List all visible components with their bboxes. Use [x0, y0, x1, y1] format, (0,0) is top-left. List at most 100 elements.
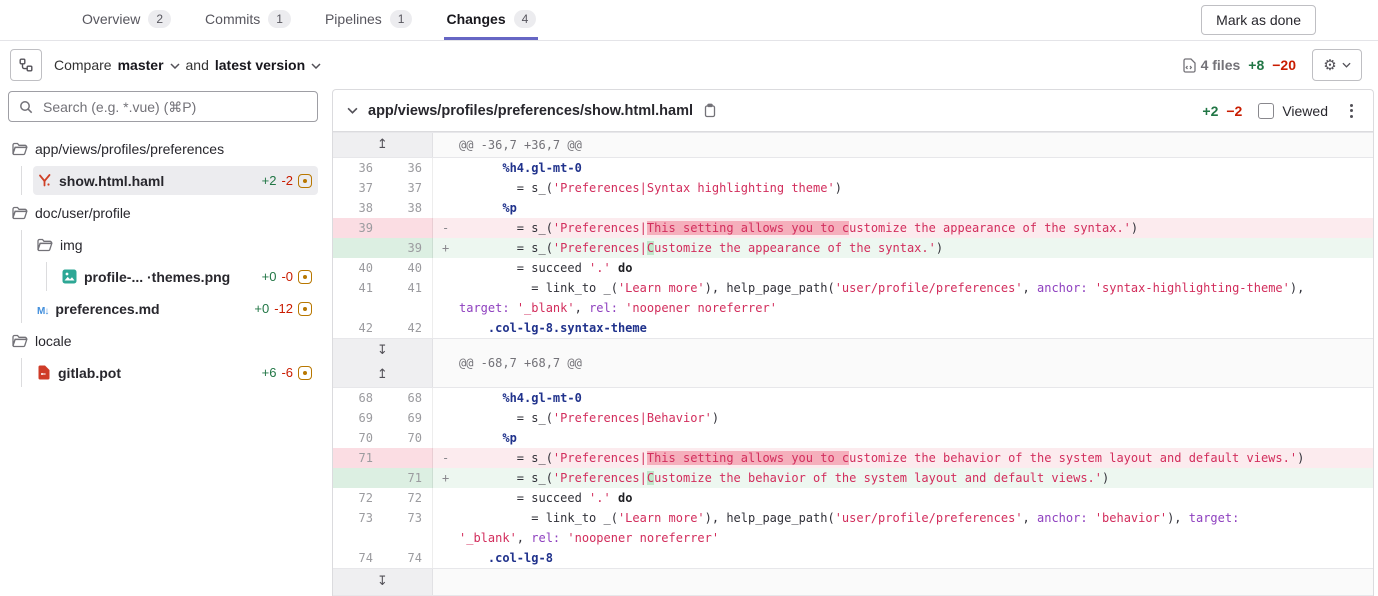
tab-count-badge: 1: [390, 10, 413, 28]
old-line-number[interactable]: 73: [333, 508, 383, 548]
folder-name: locale: [35, 333, 72, 349]
file-tree-sidebar: app/views/profiles/preferences show.html.…: [0, 89, 324, 390]
code-content: = succeed '.' do: [433, 488, 1373, 508]
modified-file-badge: [298, 302, 312, 316]
folder-name: img: [60, 237, 83, 253]
file-tree-toggle-button[interactable]: [10, 49, 42, 81]
modified-file-badge: [298, 174, 312, 188]
old-line-number[interactable]: 71: [333, 448, 383, 468]
new-line-number[interactable]: 36: [383, 158, 433, 178]
file-header-actions: +2 −2 Viewed: [1202, 100, 1359, 122]
tree-file-profile-themes-png[interactable]: profile-... ·themes.png+0-0: [58, 262, 318, 291]
new-line-number[interactable]: 69: [383, 408, 433, 428]
file-name: profile-... ·themes.png: [84, 269, 230, 285]
new-line-number[interactable]: 74: [383, 548, 433, 568]
old-line-number[interactable]: 72: [333, 488, 383, 508]
file-name: gitlab.pot: [58, 365, 121, 381]
new-line-number[interactable]: 37: [383, 178, 433, 198]
collapse-file-chevron-icon[interactable]: [347, 107, 358, 114]
new-line-number[interactable]: [383, 218, 433, 238]
old-line-number[interactable]: 36: [333, 158, 383, 178]
code-content: %h4.gl-mt-0: [433, 388, 1373, 408]
tree-folder-app-views-profiles-preferences[interactable]: app/views/profiles/preferences: [8, 134, 318, 163]
chevron-down-icon[interactable]: [311, 63, 321, 69]
code-content: + = s_('Preferences|Customize the behavi…: [433, 468, 1373, 488]
new-line-number[interactable]: 71: [383, 468, 433, 488]
tab-changes[interactable]: Changes 4: [444, 0, 538, 40]
new-line-number[interactable]: 73: [383, 508, 433, 548]
file-additions: +2: [1202, 103, 1218, 119]
expand-up-button[interactable]: ↥: [333, 363, 432, 387]
expand-up-icon: ↥: [377, 365, 388, 385]
line-marker: +: [442, 468, 449, 488]
new-line-number[interactable]: 42: [383, 318, 433, 338]
new-line-number[interactable]: 39: [383, 238, 433, 258]
tree-folder-locale[interactable]: locale: [8, 326, 318, 355]
tree-file-show-html-haml[interactable]: show.html.haml+2-2: [33, 166, 318, 195]
tree-file-gitlab-pot[interactable]: gitlab.pot+6-6: [33, 358, 318, 387]
file-search-box[interactable]: [8, 91, 318, 122]
expand-footer-row: ↧: [333, 568, 1373, 596]
target-version-dropdown[interactable]: latest version: [215, 57, 305, 73]
copy-path-icon[interactable]: [703, 103, 717, 118]
old-line-number[interactable]: 38: [333, 198, 383, 218]
file-options-kebab-menu[interactable]: [1344, 100, 1359, 122]
old-line-number[interactable]: 74: [333, 548, 383, 568]
old-line-number[interactable]: [333, 468, 383, 488]
old-line-number[interactable]: 69: [333, 408, 383, 428]
tab-label: Changes: [446, 11, 505, 27]
diff-line-41: 4141 = link_to _('Learn more'), help_pag…: [333, 278, 1373, 318]
expand-down-button[interactable]: ↧: [333, 339, 432, 363]
code-content: %h4.gl-mt-0: [433, 158, 1373, 178]
new-line-number[interactable]: 41: [383, 278, 433, 318]
tree-file-preferences-md[interactable]: M↓preferences.md+0-12: [33, 294, 318, 323]
old-line-number[interactable]: 68: [333, 388, 383, 408]
diff-file-path[interactable]: app/views/profiles/preferences/show.html…: [368, 103, 693, 119]
expand-down-icon: ↧: [377, 341, 388, 361]
file-search-input[interactable]: [41, 98, 307, 116]
diff-line-70: 7070 %p: [333, 428, 1373, 448]
expand-up-button[interactable]: ↥: [333, 133, 432, 157]
tab-overview[interactable]: Overview 2: [80, 0, 173, 40]
tab-commits[interactable]: Commits 1: [203, 0, 293, 40]
file-tree: app/views/profiles/preferences show.html.…: [8, 134, 318, 387]
folder-open-icon: [12, 142, 28, 156]
file-document-icon: [1183, 58, 1196, 73]
new-line-number[interactable]: 70: [383, 428, 433, 448]
diff-line-37: 3737 = s_('Preferences|Syntax highlighti…: [333, 178, 1373, 198]
diff-table: ↥@@ -36,7 +36,7 @@3636 %h4.gl-mt-03737 =…: [333, 132, 1373, 596]
viewed-checkbox[interactable]: [1258, 103, 1274, 119]
old-line-number[interactable]: 42: [333, 318, 383, 338]
changes-layout: app/views/profiles/preferences show.html.…: [0, 89, 1378, 596]
new-line-number[interactable]: 38: [383, 198, 433, 218]
expand-down-button[interactable]: ↧: [333, 570, 432, 594]
chevron-down-icon[interactable]: [170, 63, 180, 69]
old-line-number[interactable]: 41: [333, 278, 383, 318]
file-additions: +0: [254, 301, 269, 316]
tree-folder-img[interactable]: img: [33, 230, 318, 259]
new-line-number[interactable]: 68: [383, 388, 433, 408]
old-line-number[interactable]: 70: [333, 428, 383, 448]
old-line-number[interactable]: 40: [333, 258, 383, 278]
hunk-expanders: ↥: [333, 133, 433, 157]
old-line-number[interactable]: 37: [333, 178, 383, 198]
diff-file-card: app/views/profiles/preferences/show.html…: [332, 89, 1374, 596]
diff-line-74: 7474 .col-lg-8: [333, 548, 1373, 568]
new-line-number[interactable]: 40: [383, 258, 433, 278]
old-line-number[interactable]: 39: [333, 218, 383, 238]
file-tree-icon: [18, 57, 34, 73]
mark-as-done-button[interactable]: Mark as done: [1201, 5, 1316, 35]
tab-pipelines[interactable]: Pipelines 1: [323, 0, 415, 40]
diff-settings-button[interactable]: ⚙: [1312, 49, 1362, 81]
viewed-toggle[interactable]: Viewed: [1258, 103, 1328, 119]
old-line-number[interactable]: [333, 238, 383, 258]
tree-folder-doc-user-profile[interactable]: doc/user/profile: [8, 198, 318, 227]
folder-name: app/views/profiles/preferences: [35, 141, 224, 157]
new-line-number[interactable]: 72: [383, 488, 433, 508]
new-line-number[interactable]: [383, 448, 433, 468]
source-branch-dropdown[interactable]: master: [118, 57, 164, 73]
search-icon: [19, 100, 33, 114]
folder-open-icon: [37, 238, 53, 252]
folder-open-icon: [12, 206, 28, 220]
image-file-icon: [62, 269, 77, 284]
